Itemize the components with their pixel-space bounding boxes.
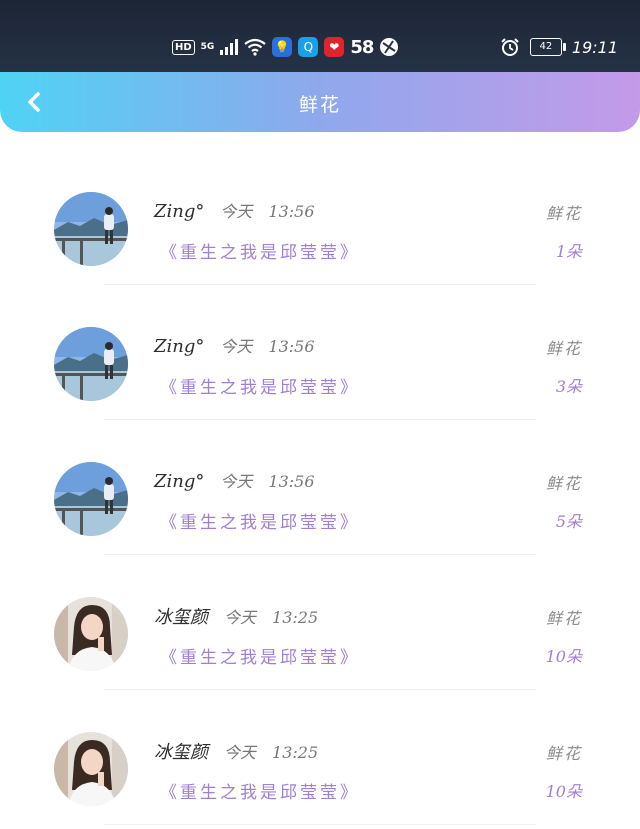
status-right: 42 19:11 (500, 36, 618, 58)
avatar-photo (54, 597, 128, 671)
gift-count: 10朵 (545, 782, 582, 801)
avatar[interactable] (54, 327, 128, 401)
book-title[interactable]: 《重生之我是邱莹莹》 (160, 643, 360, 668)
record-time: 13:56 (268, 472, 315, 491)
book-title[interactable]: 《重生之我是邱莹莹》 (160, 508, 360, 533)
record-date: 今天 (224, 608, 257, 627)
record-date: 今天 (220, 202, 253, 221)
gift-record-item[interactable]: Zing° 今天 13:56 《重生之我是邱莹莹》 鲜花 3朵 (0, 285, 640, 420)
book-title[interactable]: 《重生之我是邱莹莹》 (160, 373, 360, 398)
book-title[interactable]: 《重生之我是邱莹莹》 (160, 238, 360, 263)
user-name[interactable]: Zing° (154, 471, 204, 492)
avatar[interactable] (54, 192, 128, 266)
network-type: 5G (200, 41, 215, 52)
divider (104, 824, 536, 825)
gift-type: 鲜花 (545, 204, 582, 223)
clock: 19:11 (571, 37, 618, 57)
name-row: Zing° 今天 13:56 (154, 468, 315, 492)
gift-record-item[interactable]: 冰玺颜 今天 13:25 《重生之我是邱莹莹》 鲜花 10朵 (0, 690, 640, 825)
search-app-icon: Q (298, 37, 319, 57)
name-row: Zing° 今天 13:56 (154, 198, 315, 222)
gift-count: 5朵 (555, 512, 582, 531)
heart-app-icon: ❤ (324, 37, 345, 57)
avatar-photo (54, 732, 128, 806)
record-time: 13:56 (268, 202, 315, 221)
battery-icon: 42 (529, 38, 566, 56)
globe-app-icon (380, 38, 399, 56)
avatar[interactable] (54, 732, 128, 806)
user-name[interactable]: 冰玺颜 (154, 738, 208, 764)
record-date: 今天 (220, 337, 253, 356)
wifi-icon (244, 38, 267, 56)
record-time: 13:25 (272, 608, 319, 627)
user-name[interactable]: Zing° (154, 336, 204, 357)
record-time: 13:25 (272, 743, 319, 762)
alarm-icon (501, 38, 519, 56)
title-bar: 鲜花 (0, 72, 640, 132)
gift-type: 鲜花 (545, 609, 582, 628)
app-58-icon: 58 (350, 36, 374, 58)
record-time: 13:56 (268, 337, 315, 356)
avatar[interactable] (54, 597, 128, 671)
status-bar: HD 5G 💡 Q ❤ 58 42 19:11 (0, 0, 640, 74)
status-left: HD 5G 💡 Q ❤ 58 (172, 36, 399, 58)
user-name[interactable]: Zing° (154, 201, 204, 222)
gift-count: 3朵 (555, 377, 582, 396)
gift-record-item[interactable]: Zing° 今天 13:56 《重生之我是邱莹莹》 鲜花 5朵 (0, 420, 640, 555)
gift-type: 鲜花 (545, 474, 582, 493)
book-title[interactable]: 《重生之我是邱莹莹》 (160, 778, 360, 803)
avatar[interactable] (54, 462, 128, 536)
user-name[interactable]: 冰玺颜 (154, 603, 208, 629)
avatar-photo (54, 462, 128, 536)
gift-count: 10朵 (545, 647, 582, 666)
record-date: 今天 (220, 472, 253, 491)
gift-type: 鲜花 (545, 339, 582, 358)
record-date: 今天 (224, 743, 257, 762)
name-row: 冰玺颜 今天 13:25 (154, 738, 318, 764)
avatar-photo (54, 327, 128, 401)
gift-record-item[interactable]: 冰玺颜 今天 13:25 《重生之我是邱莹莹》 鲜花 10朵 (0, 555, 640, 690)
bulb-app-icon: 💡 (272, 37, 293, 57)
gift-type: 鲜花 (545, 744, 582, 763)
page-title: 鲜花 (298, 94, 341, 116)
gift-record-item[interactable]: Zing° 今天 13:56 《重生之我是邱莹莹》 鲜花 1朵 (0, 150, 640, 285)
avatar-photo (54, 192, 128, 266)
gift-record-list: Zing° 今天 13:56 《重生之我是邱莹莹》 鲜花 1朵 Zing° 今天… (0, 150, 640, 825)
name-row: Zing° 今天 13:56 (154, 333, 315, 357)
signal-icon (220, 39, 239, 55)
gift-count: 1朵 (555, 242, 582, 261)
name-row: 冰玺颜 今天 13:25 (154, 603, 318, 629)
hd-badge: HD (172, 39, 195, 55)
